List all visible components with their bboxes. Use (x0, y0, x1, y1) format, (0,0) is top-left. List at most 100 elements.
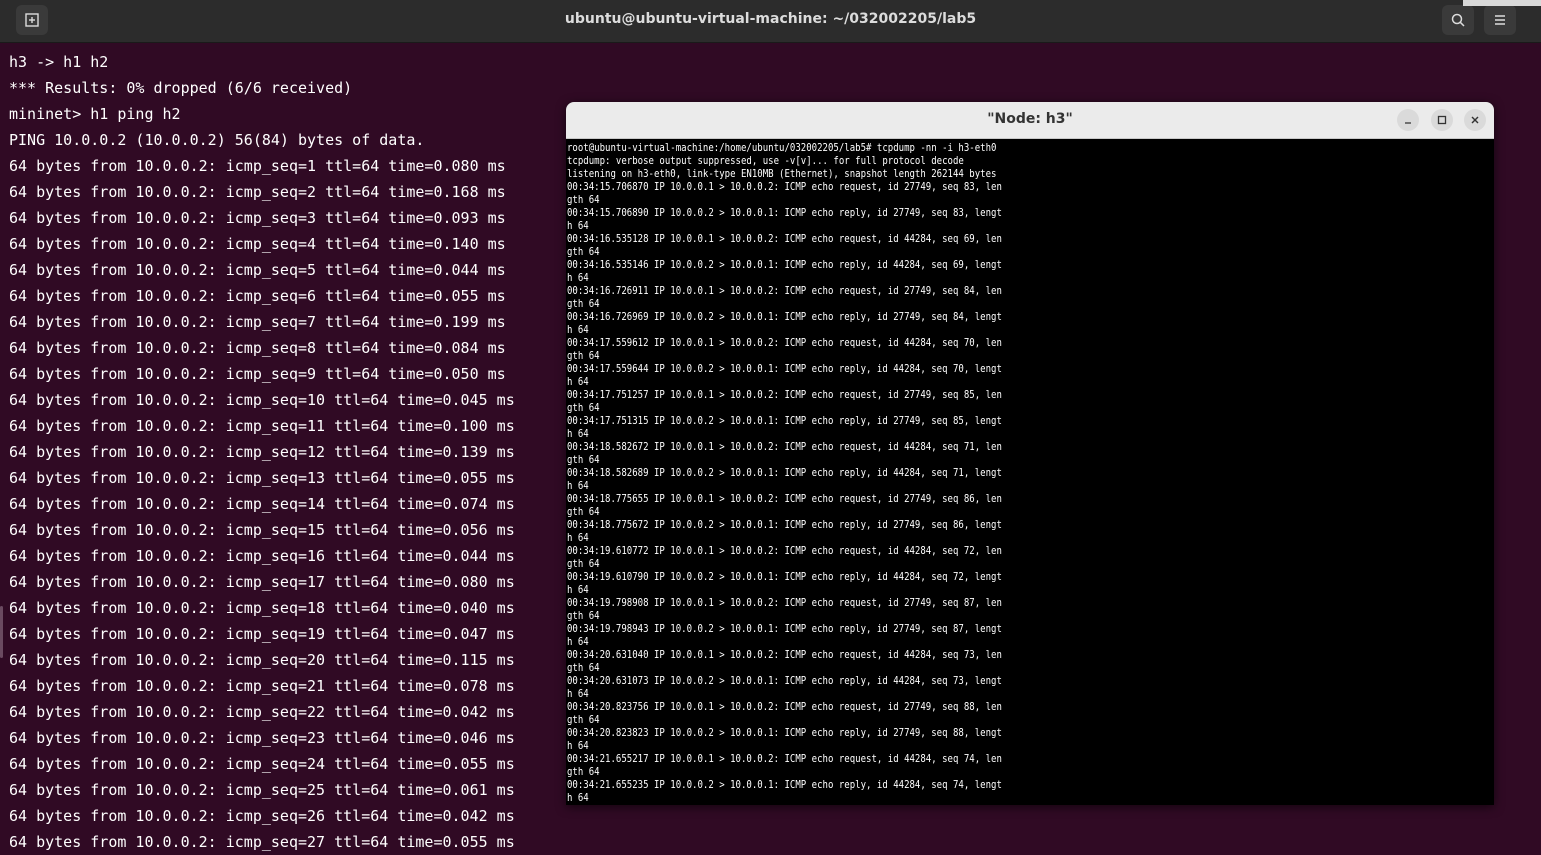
tcpdump-line: 00:34:16.726911 IP 10.0.0.1 > 10.0.0.2: … (567, 285, 1002, 297)
terminal-line: 64 bytes from 10.0.0.2: icmp_seq=2 ttl=6… (9, 183, 506, 201)
search-icon (1451, 13, 1465, 27)
terminal-line: 64 bytes from 10.0.0.2: icmp_seq=12 ttl=… (9, 443, 515, 461)
terminal-output[interactable]: h3 -> h1 h2 *** Results: 0% dropped (6/6 … (9, 49, 515, 855)
tcpdump-output[interactable]: root@ubuntu-virtual-machine:/home/ubuntu… (567, 142, 1002, 805)
node-h3-window[interactable]: "Node: h3" root@ubuntu-virtual-machine:/… (566, 102, 1494, 805)
tcpdump-line: h 64 (567, 480, 589, 492)
tcpdump-line: 00:34:19.798943 IP 10.0.0.2 > 10.0.0.1: … (567, 623, 1002, 635)
tcpdump-line: 00:34:20.823823 IP 10.0.0.2 > 10.0.0.1: … (567, 727, 1002, 739)
tcpdump-line: gth 64 (567, 662, 600, 674)
tcpdump-line: gth 64 (567, 766, 600, 778)
tcpdump-line: h 64 (567, 272, 589, 284)
tcpdump-line: 00:34:19.798908 IP 10.0.0.1 > 10.0.0.2: … (567, 597, 1002, 609)
tcpdump-line: 00:34:15.706870 IP 10.0.0.1 > 10.0.0.2: … (567, 181, 1002, 193)
scrollbar-handle[interactable] (0, 606, 3, 658)
terminal-line: 64 bytes from 10.0.0.2: icmp_seq=27 ttl=… (9, 833, 515, 851)
hamburger-menu-icon (1495, 15, 1505, 25)
terminal-line: 64 bytes from 10.0.0.2: icmp_seq=11 ttl=… (9, 417, 515, 435)
tcpdump-line: h 64 (567, 792, 589, 804)
tcpdump-line: gth 64 (567, 194, 600, 206)
menu-button[interactable] (1484, 5, 1516, 35)
terminal-line: 64 bytes from 10.0.0.2: icmp_seq=25 ttl=… (9, 781, 515, 799)
tcpdump-line: 00:34:18.775672 IP 10.0.0.2 > 10.0.0.1: … (567, 519, 1002, 531)
terminal-line: 64 bytes from 10.0.0.2: icmp_seq=26 ttl=… (9, 807, 515, 825)
minimize-button[interactable] (1397, 109, 1419, 131)
terminal-line: 64 bytes from 10.0.0.2: icmp_seq=14 ttl=… (9, 495, 515, 513)
tcpdump-line: gth 64 (567, 350, 600, 362)
tcpdump-line: 00:34:16.726969 IP 10.0.0.2 > 10.0.0.1: … (567, 311, 1002, 323)
tcpdump-line: gth 64 (567, 558, 600, 570)
terminal-line: 64 bytes from 10.0.0.2: icmp_seq=5 ttl=6… (9, 261, 506, 279)
tcpdump-line: 00:34:19.610772 IP 10.0.0.1 > 10.0.0.2: … (567, 545, 1002, 557)
tcpdump-line: listening on h3-eth0, link-type EN10MB (… (567, 168, 997, 180)
tcpdump-line: gth 64 (567, 454, 600, 466)
background-window-edge (1463, 0, 1541, 6)
tcpdump-line: 00:34:16.535128 IP 10.0.0.1 > 10.0.0.2: … (567, 233, 1002, 245)
tcpdump-line: gth 64 (567, 610, 600, 622)
terminal-line: 64 bytes from 10.0.0.2: icmp_seq=18 ttl=… (9, 599, 515, 617)
terminal-line: 64 bytes from 10.0.0.2: icmp_seq=1 ttl=6… (9, 157, 506, 175)
terminal-line: h3 -> h1 h2 (9, 53, 109, 71)
tcpdump-line: h 64 (567, 636, 589, 648)
maximize-button[interactable] (1431, 109, 1453, 131)
tcpdump-line: gth 64 (567, 402, 600, 414)
terminal-line: PING 10.0.0.2 (10.0.0.2) 56(84) bytes of… (9, 131, 425, 149)
tcpdump-line: 00:34:16.535146 IP 10.0.0.2 > 10.0.0.1: … (567, 259, 1002, 271)
tcpdump-line: 00:34:20.823756 IP 10.0.0.1 > 10.0.0.2: … (567, 701, 1002, 713)
terminal-line: 64 bytes from 10.0.0.2: icmp_seq=17 ttl=… (9, 573, 515, 591)
terminal-line: 64 bytes from 10.0.0.2: icmp_seq=15 ttl=… (9, 521, 515, 539)
tcpdump-line: 00:34:20.631073 IP 10.0.0.2 > 10.0.0.1: … (567, 675, 1002, 687)
terminal-line: 64 bytes from 10.0.0.2: icmp_seq=21 ttl=… (9, 677, 515, 695)
terminal-line: 64 bytes from 10.0.0.2: icmp_seq=3 ttl=6… (9, 209, 506, 227)
terminal-line: 64 bytes from 10.0.0.2: icmp_seq=6 ttl=6… (9, 287, 506, 305)
tcpdump-line: gth 64 (567, 246, 600, 258)
terminal-titlebar[interactable]: ubuntu@ubuntu-virtual-machine: ~/0320022… (0, 0, 1541, 43)
tcpdump-line: tcpdump: verbose output suppressed, use … (567, 155, 964, 167)
terminal-line: 64 bytes from 10.0.0.2: icmp_seq=22 ttl=… (9, 703, 515, 721)
search-button[interactable] (1442, 5, 1474, 35)
terminal-line: 64 bytes from 10.0.0.2: icmp_seq=10 ttl=… (9, 391, 515, 409)
terminal-line: 64 bytes from 10.0.0.2: icmp_seq=23 ttl=… (9, 729, 515, 747)
tcpdump-line: h 64 (567, 324, 589, 336)
terminal-line: 64 bytes from 10.0.0.2: icmp_seq=20 ttl=… (9, 651, 515, 669)
tcpdump-line: 00:34:18.775655 IP 10.0.0.1 > 10.0.0.2: … (567, 493, 1002, 505)
close-icon (1471, 116, 1479, 124)
tcpdump-line: h 64 (567, 688, 589, 700)
tcpdump-line: root@ubuntu-virtual-machine:/home/ubuntu… (567, 142, 997, 154)
tcpdump-line: h 64 (567, 584, 589, 596)
tcpdump-line: 00:34:18.582672 IP 10.0.0.1 > 10.0.0.2: … (567, 441, 1002, 453)
close-button[interactable] (1464, 109, 1486, 131)
tcpdump-line: 00:34:21.655217 IP 10.0.0.1 > 10.0.0.2: … (567, 753, 1002, 765)
tcpdump-line: h 64 (567, 428, 589, 440)
window-title: ubuntu@ubuntu-virtual-machine: ~/0320022… (564, 11, 977, 27)
terminal-line: 64 bytes from 10.0.0.2: icmp_seq=8 ttl=6… (9, 339, 506, 357)
terminal-line: *** Results: 0% dropped (6/6 received) (9, 79, 353, 97)
tcpdump-line: 00:34:21.655235 IP 10.0.0.2 > 10.0.0.1: … (567, 779, 1002, 791)
tcpdump-line: gth 64 (567, 714, 600, 726)
tcpdump-line: 00:34:18.582689 IP 10.0.0.2 > 10.0.0.1: … (567, 467, 1002, 479)
tcpdump-line: 00:34:17.751257 IP 10.0.0.1 > 10.0.0.2: … (567, 389, 1002, 401)
terminal-line: 64 bytes from 10.0.0.2: icmp_seq=19 ttl=… (9, 625, 515, 643)
tcpdump-line: 00:34:17.751315 IP 10.0.0.2 > 10.0.0.1: … (567, 415, 1002, 427)
terminal-line: 64 bytes from 10.0.0.2: icmp_seq=7 ttl=6… (9, 313, 506, 331)
tcpdump-line: gth 64 (567, 298, 600, 310)
tcpdump-line: h 64 (567, 532, 589, 544)
maximize-icon (1437, 115, 1447, 125)
tcpdump-line: 00:34:20.631040 IP 10.0.0.1 > 10.0.0.2: … (567, 649, 1002, 661)
terminal-line: 64 bytes from 10.0.0.2: icmp_seq=16 ttl=… (9, 547, 515, 565)
minimize-icon (1405, 122, 1411, 124)
terminal-line: 64 bytes from 10.0.0.2: icmp_seq=4 ttl=6… (9, 235, 506, 253)
terminal-line: 64 bytes from 10.0.0.2: icmp_seq=9 ttl=6… (9, 365, 506, 383)
tcpdump-line: 00:34:19.610790 IP 10.0.0.2 > 10.0.0.1: … (567, 571, 1002, 583)
terminal-line: mininet> h1 ping h2 (9, 105, 181, 123)
tcpdump-line: h 64 (567, 376, 589, 388)
node-window-title: "Node: h3" (987, 111, 1073, 127)
tcpdump-line: 00:34:15.706890 IP 10.0.0.2 > 10.0.0.1: … (567, 207, 1002, 219)
terminal-line: 64 bytes from 10.0.0.2: icmp_seq=13 ttl=… (9, 469, 515, 487)
tcpdump-line: h 64 (567, 220, 589, 232)
tcpdump-line: 00:34:17.559644 IP 10.0.0.2 > 10.0.0.1: … (567, 363, 1002, 375)
node-window-titlebar[interactable]: "Node: h3" (566, 102, 1494, 139)
terminal-line: 64 bytes from 10.0.0.2: icmp_seq=24 ttl=… (9, 755, 515, 773)
tcpdump-line: gth 64 (567, 506, 600, 518)
tcpdump-line: 00:34:17.559612 IP 10.0.0.1 > 10.0.0.2: … (567, 337, 1002, 349)
